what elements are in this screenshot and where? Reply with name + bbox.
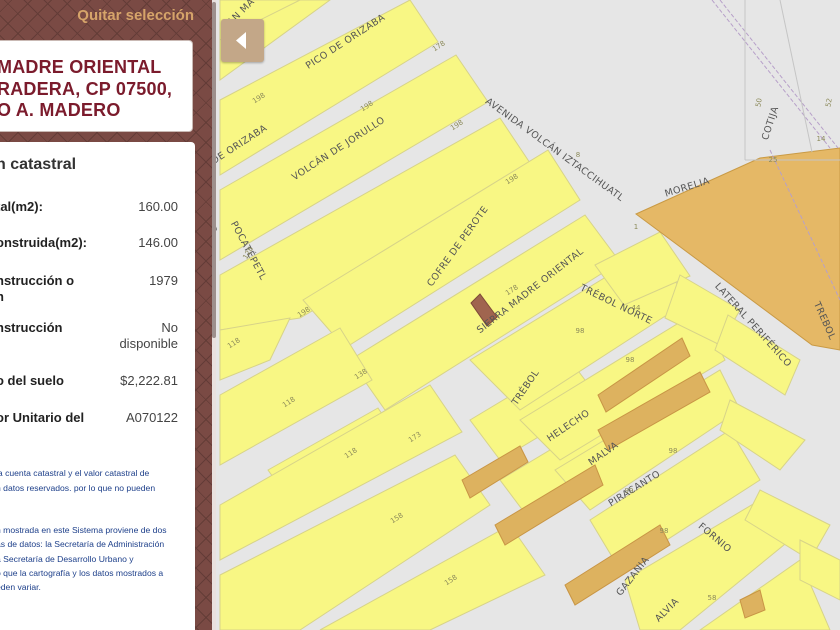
construction-value-1: No: [161, 320, 178, 335]
parcel-number: 98: [576, 327, 585, 335]
construction-value-2: disponible: [119, 336, 178, 351]
note-line-2: n datos reservados. por lo que no pueden: [0, 483, 156, 493]
land-value-label: o del suelo: [0, 373, 64, 388]
land-area-value: 160.00: [138, 199, 178, 214]
chevron-left-icon: [236, 32, 246, 49]
address-card: MADRE ORIENTAL RADERA, CP 07500, O A. MA…: [0, 40, 193, 132]
built-area-label: onstruida(m2):: [0, 235, 87, 250]
parcel-number: 52: [824, 98, 833, 108]
note-line-3: n mostrada en este Sistema proviene de d…: [0, 525, 167, 535]
parcel-number: 25: [769, 156, 778, 164]
address-line-1: MADRE ORIENTAL: [0, 57, 162, 77]
land-value-value: $2,222.81: [120, 373, 178, 388]
construction-year-value: 1979: [149, 273, 178, 288]
parcel-number: 8: [576, 151, 580, 159]
parcel-number: 50: [754, 98, 763, 108]
unit-value-label: or Unitario del: [0, 410, 85, 425]
panel-scrollbar-thumb[interactable]: [212, 2, 216, 338]
info-panel: Quitar selección MADRE ORIENTAL RADERA, …: [0, 0, 214, 630]
address-line-3: O A. MADERO: [0, 100, 121, 120]
parcel-number: 44: [632, 304, 641, 312]
parcel-number: 98: [669, 447, 678, 455]
note-line-7: eden variar.: [0, 582, 41, 592]
note-line-5: a Secretaría de Desarrollo Urbano y: [0, 554, 134, 564]
construction-label: nstrucción: [0, 320, 63, 335]
parcel-number: 98: [660, 527, 669, 535]
note-line-4: as de datos: la Secretaría de Administra…: [0, 539, 165, 549]
clear-selection-button[interactable]: Quitar selección: [77, 7, 194, 24]
unit-value-value: A070122: [125, 410, 178, 425]
parcel-number: 1: [634, 223, 638, 231]
construction-year-label-2: n: [0, 289, 4, 305]
parcel-number: 14: [817, 135, 826, 143]
note-line-1: la cuenta catastral y el valor catastral…: [0, 468, 150, 478]
address-line-2: RADERA, CP 07500,: [0, 79, 173, 99]
note-line-6: o que la cartografía y los datos mostrad…: [0, 568, 164, 578]
cadastral-info-card: n catastral tal(m2): 160.00 onstruida(m2…: [0, 142, 195, 630]
collapse-panel-button[interactable]: [221, 19, 264, 62]
parcel-number: 58: [708, 594, 717, 602]
parcel-number: 99: [625, 487, 634, 495]
construction-year-label: nstrucción o: [0, 273, 75, 288]
land-area-label: tal(m2):: [0, 199, 43, 214]
parcel-number: 98: [626, 356, 635, 364]
built-area-value: 146.00: [138, 235, 178, 250]
cadastral-info-title: n catastral: [0, 156, 77, 173]
